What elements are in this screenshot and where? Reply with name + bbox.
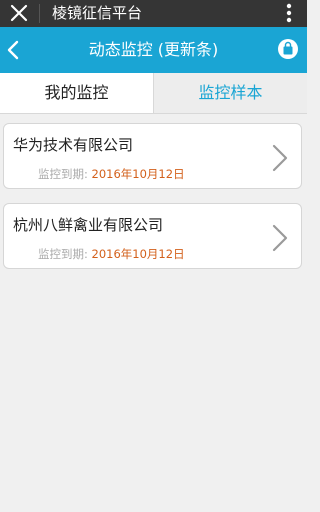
expiry-info: 监控到期: 2016年10月12日	[38, 246, 185, 262]
page-header: 动态监控 (更新条)	[0, 27, 307, 73]
wechat-title-bar: 棱镜征信平台	[0, 0, 307, 27]
close-icon[interactable]	[8, 2, 30, 24]
app-title: 棱镜征信平台	[52, 4, 143, 22]
tab-my-monitoring[interactable]: 我的监控	[0, 73, 153, 113]
expiry-date: 2016年10月12日	[91, 247, 185, 261]
company-card[interactable]: 华为技术有限公司 监控到期: 2016年10月12日	[3, 123, 302, 189]
tab-monitoring-sample[interactable]: 监控样本	[153, 73, 307, 113]
expiry-label: 监控到期:	[38, 167, 88, 181]
expiry-date: 2016年10月12日	[91, 167, 185, 181]
tab-bar: 我的监控 监控样本	[0, 73, 307, 114]
chevron-right-icon	[271, 143, 289, 173]
company-card[interactable]: 杭州八鲜禽业有限公司 监控到期: 2016年10月12日	[3, 203, 302, 269]
company-name: 杭州八鲜禽业有限公司	[13, 216, 164, 234]
more-vertical-icon[interactable]	[286, 3, 292, 23]
expiry-label: 监控到期:	[38, 247, 88, 261]
chevron-right-icon	[271, 223, 289, 253]
bag-icon[interactable]	[278, 39, 298, 59]
company-name: 华为技术有限公司	[13, 136, 134, 154]
page-title: 动态监控 (更新条)	[88, 40, 219, 59]
expiry-info: 监控到期: 2016年10月12日	[38, 166, 185, 182]
title-divider	[39, 4, 40, 23]
